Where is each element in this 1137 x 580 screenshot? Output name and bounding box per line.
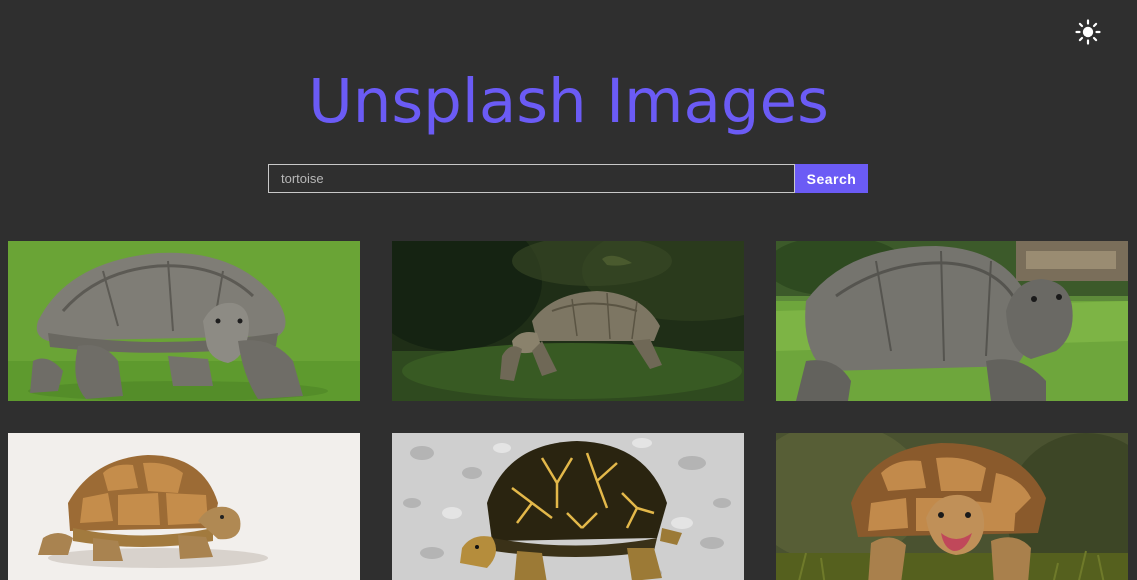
image-card-3[interactable] — [776, 241, 1128, 401]
tortoise-image — [8, 433, 360, 580]
tortoise-image — [776, 433, 1128, 580]
image-card-6[interactable] — [776, 433, 1128, 580]
image-card-1[interactable] — [8, 241, 360, 401]
tortoise-image — [8, 241, 360, 401]
image-card-2[interactable] — [392, 241, 744, 401]
image-card-4[interactable] — [8, 433, 360, 580]
image-results-grid — [0, 0, 1137, 580]
tortoise-image — [392, 241, 744, 401]
tortoise-image — [392, 433, 744, 580]
image-card-5[interactable] — [392, 433, 744, 580]
app-page: Unsplash Images Search — [0, 0, 1137, 580]
tortoise-image — [776, 241, 1128, 401]
